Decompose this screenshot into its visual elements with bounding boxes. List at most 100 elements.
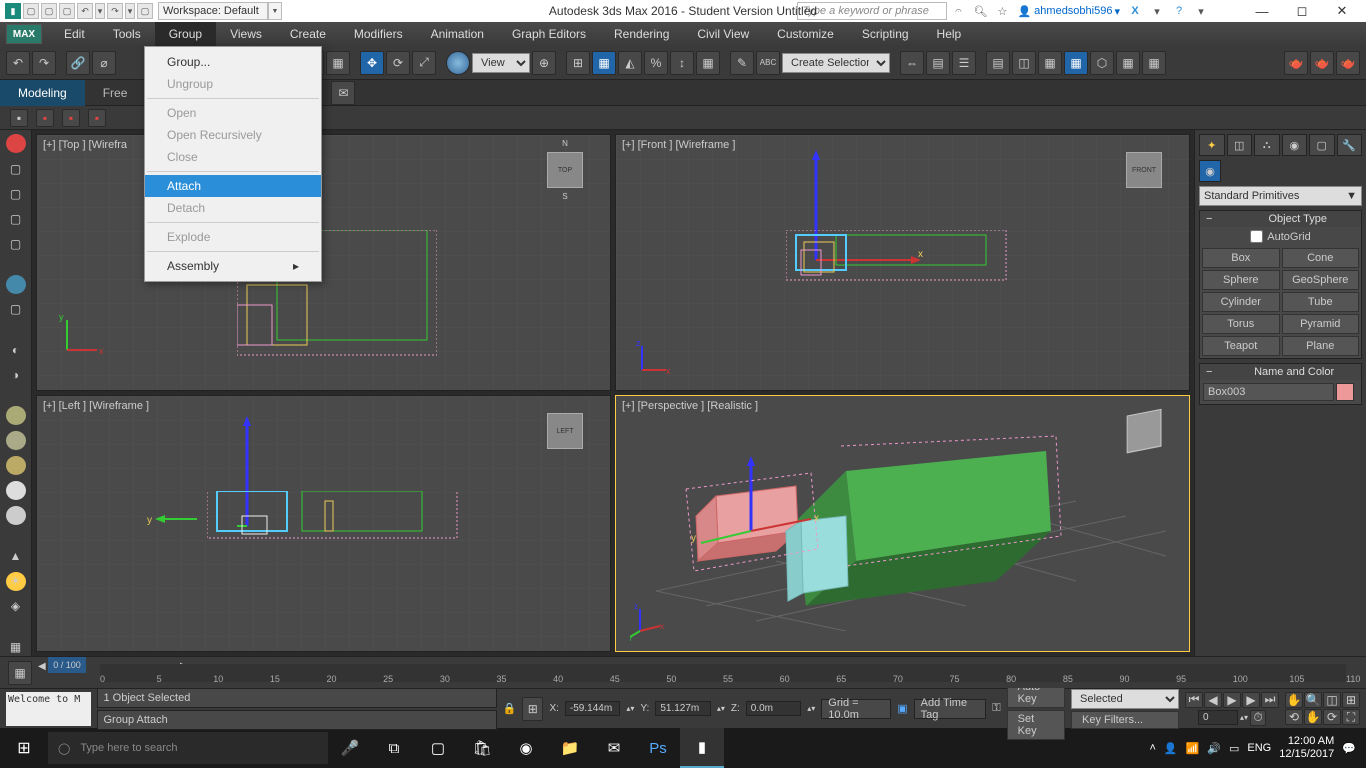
key-icon[interactable]: ⚿ xyxy=(992,702,1000,715)
open-icon[interactable]: ▢ xyxy=(41,3,57,19)
goto-end-button[interactable]: ⏭ xyxy=(1261,692,1279,708)
menu-rendering[interactable]: Rendering xyxy=(600,22,683,46)
workspace-selector[interactable]: Workspace: Default xyxy=(158,2,268,20)
exchange-icon[interactable]: X xyxy=(1126,2,1144,20)
undo-button[interactable]: ↶ xyxy=(6,51,30,75)
x-coord[interactable]: -59.144m xyxy=(565,701,621,716)
new-icon[interactable]: ▢ xyxy=(23,3,39,19)
undo-drop-icon[interactable]: ▾ xyxy=(95,3,105,19)
setkey-button[interactable]: Set Key xyxy=(1007,710,1065,740)
rotate-button[interactable]: ⟳ xyxy=(386,51,410,75)
prev-frame-button[interactable]: ◀ xyxy=(1204,692,1222,708)
help-search[interactable]: Type a keyword or phrase xyxy=(797,2,947,20)
frame-indicator[interactable]: 0 / 100 xyxy=(48,657,86,673)
viewcube-front[interactable]: FRONT xyxy=(1119,145,1169,195)
snap2-button[interactable]: ▦ xyxy=(592,51,616,75)
ltool-16[interactable]: ☀ xyxy=(6,572,26,591)
taskbar-store[interactable]: 🛍 xyxy=(460,728,504,768)
key-mode-select[interactable]: Selected xyxy=(1071,689,1179,709)
ltool-3[interactable]: ▢ xyxy=(6,184,26,203)
save-icon[interactable]: ▢ xyxy=(59,3,75,19)
subtool-c[interactable]: ▪ xyxy=(62,109,80,127)
z-coord[interactable]: 0.0m xyxy=(746,701,802,716)
ltool-18[interactable]: ▦ xyxy=(6,637,26,656)
ltool-11[interactable] xyxy=(6,431,26,450)
timeline[interactable]: ▦ 0 / 100 ◀ ▶ 05101520253035404550556065… xyxy=(0,656,1366,688)
material-editor-button[interactable]: ⬡ xyxy=(1090,51,1114,75)
redo-icon[interactable]: ↷ xyxy=(107,3,123,19)
tray-lang[interactable]: ENG xyxy=(1247,742,1271,754)
coord-toggle[interactable]: ⊞ xyxy=(522,697,543,721)
primitive-plane[interactable]: Plane xyxy=(1282,336,1360,356)
autogrid-checkbox[interactable] xyxy=(1250,230,1263,243)
goto-start-button[interactable]: ⏮ xyxy=(1185,692,1203,708)
time-config-button[interactable]: ⏱ xyxy=(1250,710,1266,726)
link-icon[interactable]: ▢ xyxy=(137,3,153,19)
key-filters-button[interactable]: Key Filters... xyxy=(1071,711,1179,729)
ltool-5[interactable]: ▢ xyxy=(6,234,26,253)
minimize-button[interactable]: — xyxy=(1242,0,1282,22)
subtool-d[interactable]: ▪ xyxy=(88,109,106,127)
tray-up-icon[interactable]: ˄ xyxy=(1149,742,1155,754)
menu-grapheditors[interactable]: Graph Editors xyxy=(498,22,600,46)
nav-orbit[interactable]: ⟲ xyxy=(1285,709,1303,725)
undo-icon[interactable]: ↶ xyxy=(77,3,93,19)
lock-icon[interactable]: 🔒 xyxy=(503,702,517,715)
viewport-front[interactable]: [+] [Front ] [Wireframe ] FRONT x zx xyxy=(615,134,1190,391)
nav-walk[interactable]: ✋ xyxy=(1304,709,1322,725)
app-icon[interactable]: ▮ xyxy=(5,3,21,19)
ribbon-tab-modeling[interactable]: Modeling xyxy=(0,80,85,106)
menu-scripting[interactable]: Scripting xyxy=(848,22,923,46)
primitive-teapot[interactable]: Teapot xyxy=(1202,336,1280,356)
menu-create[interactable]: Create xyxy=(276,22,340,46)
percent-snap-button[interactable]: % xyxy=(644,51,668,75)
taskbar-explorer[interactable]: 📁 xyxy=(548,728,592,768)
create-tab[interactable]: ✦ xyxy=(1199,134,1225,156)
ltool-4[interactable]: ▢ xyxy=(6,209,26,228)
ltool-17[interactable]: ◈ xyxy=(6,597,26,616)
tray-volume-icon[interactable]: 🔊 xyxy=(1207,742,1221,755)
menu-edit[interactable]: Edit xyxy=(50,22,99,46)
ltool-9[interactable]: ◑ xyxy=(6,365,26,384)
modify-tab[interactable]: ◫ xyxy=(1227,134,1253,156)
dropdown-group[interactable]: Group... xyxy=(145,51,321,73)
ltool-1[interactable] xyxy=(6,134,26,153)
nav-pan[interactable]: ✋ xyxy=(1285,692,1303,708)
primitive-sphere[interactable]: Sphere xyxy=(1202,270,1280,290)
nav-fov[interactable]: ◫ xyxy=(1323,692,1341,708)
hierarchy-tab[interactable]: ⛬ xyxy=(1254,134,1280,156)
mic-icon[interactable]: 🎤 xyxy=(328,728,372,768)
viewcube-top[interactable]: N TOP S xyxy=(540,145,590,195)
align-button[interactable]: ▤ xyxy=(926,51,950,75)
ribbon-tab-free[interactable]: Free xyxy=(85,80,146,106)
maximize-button[interactable]: ◻ xyxy=(1282,0,1322,22)
toggle-ribbon-button[interactable]: ▦ xyxy=(1064,51,1088,75)
ltool-2[interactable]: ▢ xyxy=(6,159,26,178)
ltool-13[interactable] xyxy=(6,481,26,500)
mirror-button[interactable]: ⇔ xyxy=(900,51,924,75)
scene-explorer-button[interactable]: ▤ xyxy=(986,51,1010,75)
nav-zoom[interactable]: 🔍 xyxy=(1304,692,1322,708)
nav-zoomall[interactable]: ⊞ xyxy=(1342,692,1360,708)
viewport-top[interactable]: [+] [Top ] [Wirefra N TOP S yx xyxy=(36,134,611,391)
viewport-perspective[interactable]: [+] [Perspective ] [Realistic ] xyxy=(615,395,1190,652)
tray-battery-icon[interactable]: ▭ xyxy=(1229,742,1239,755)
primitive-tube[interactable]: Tube xyxy=(1282,292,1360,312)
menu-tools[interactable]: Tools xyxy=(99,22,155,46)
utilities-tab[interactable]: 🔧 xyxy=(1337,134,1363,156)
render-prod-button[interactable]: 🫖 xyxy=(1310,51,1334,75)
menu-customize[interactable]: Customize xyxy=(763,22,848,46)
tray-people-icon[interactable]: 👤 xyxy=(1164,742,1178,755)
motion-tab[interactable]: ◉ xyxy=(1282,134,1308,156)
primitive-torus[interactable]: Torus xyxy=(1202,314,1280,334)
pivot-button[interactable]: ⊕ xyxy=(532,51,556,75)
taskbar-mail[interactable]: ✉ xyxy=(592,728,636,768)
current-frame-input[interactable]: 0 xyxy=(1198,710,1238,725)
nav-maximize[interactable]: ⛶ xyxy=(1342,709,1360,725)
taskbar-edge[interactable]: ▢ xyxy=(416,728,460,768)
search-opts-icon[interactable]: 𝄐 xyxy=(949,2,967,20)
menu-animation[interactable]: Animation xyxy=(417,22,498,46)
y-coord[interactable]: 51.127m xyxy=(655,701,711,716)
dropdown-attach[interactable]: Attach xyxy=(145,175,321,197)
ribbon-toggle-icon[interactable]: ✉ xyxy=(331,81,355,105)
